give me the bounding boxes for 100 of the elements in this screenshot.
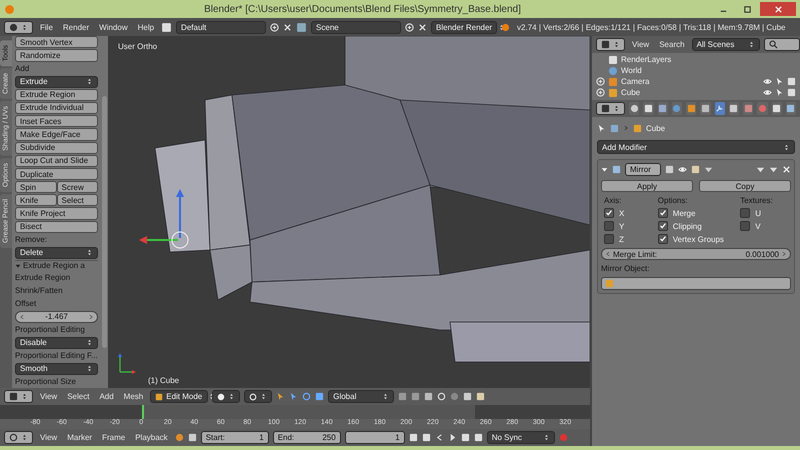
checkbox[interactable] bbox=[604, 208, 614, 218]
menu-item[interactable]: Window bbox=[96, 22, 131, 32]
menu-item[interactable]: Frame bbox=[99, 433, 128, 442]
current-frame-field[interactable]: 1 bbox=[344, 431, 405, 444]
menu-item[interactable]: View bbox=[37, 433, 60, 442]
tool-button[interactable]: Smooth Vertex bbox=[15, 36, 98, 48]
search-field[interactable] bbox=[764, 38, 800, 51]
pivot-icon bbox=[249, 392, 258, 400]
tree-item[interactable]: World bbox=[621, 66, 642, 75]
move-down-icon[interactable] bbox=[769, 165, 778, 174]
menu-item[interactable]: Search bbox=[656, 40, 688, 49]
end-frame-field[interactable]: End: 250 bbox=[272, 431, 341, 444]
tool-button[interactable]: Randomize bbox=[15, 49, 98, 62]
checkbox[interactable] bbox=[604, 234, 614, 244]
menu-item[interactable]: Mesh bbox=[120, 392, 146, 401]
add-modifier-dropdown[interactable]: Add Modifier bbox=[597, 140, 795, 154]
properties-tab[interactable] bbox=[629, 102, 640, 115]
close-icon bbox=[774, 4, 782, 14]
properties-tab[interactable] bbox=[700, 102, 710, 115]
properties-tab[interactable] bbox=[728, 102, 739, 115]
sync-dropdown[interactable]: No Sync bbox=[486, 431, 555, 444]
menu-item[interactable]: Render bbox=[60, 22, 92, 32]
menu-item[interactable]: View bbox=[37, 392, 60, 401]
editor-type-button[interactable] bbox=[4, 390, 33, 403]
collapse-icon[interactable] bbox=[601, 166, 608, 173]
checkbox[interactable] bbox=[658, 234, 668, 244]
checkbox[interactable] bbox=[740, 221, 750, 231]
tree-item[interactable]: RenderLayers bbox=[621, 55, 672, 64]
modifier-name-field[interactable]: Mirror bbox=[625, 163, 661, 176]
tool-button[interactable]: Extrude Individual bbox=[15, 102, 98, 114]
menu-item[interactable]: File bbox=[37, 22, 56, 32]
tool-button[interactable]: Extrude Region bbox=[15, 88, 98, 101]
menu-item[interactable]: Add bbox=[96, 392, 117, 401]
tool-button[interactable]: Make Edge/Face bbox=[15, 128, 98, 141]
eye-icon[interactable] bbox=[763, 77, 772, 86]
tree-item[interactable]: Cube bbox=[621, 88, 640, 97]
tool-button[interactable]: Spin bbox=[15, 181, 56, 194]
properties-tab[interactable] bbox=[786, 102, 796, 115]
wrench-icon bbox=[715, 104, 724, 113]
checkbox[interactable] bbox=[658, 208, 668, 218]
checkbox[interactable] bbox=[658, 221, 668, 231]
properties-tab[interactable] bbox=[714, 102, 725, 115]
dropdown[interactable]: Extrude bbox=[15, 76, 98, 88]
start-frame-field[interactable]: Start: 1 bbox=[200, 431, 269, 444]
blender-logo-icon bbox=[501, 22, 510, 32]
copy-button[interactable]: Copy bbox=[699, 180, 791, 192]
orientation-dropdown[interactable]: Global bbox=[328, 390, 394, 403]
arrow-left-icon bbox=[605, 251, 611, 257]
eye-icon[interactable] bbox=[678, 165, 687, 174]
tool-button[interactable]: Subdivide bbox=[15, 142, 98, 154]
menu-item[interactable]: Help bbox=[134, 22, 158, 32]
tool-button[interactable]: Inset Faces bbox=[15, 115, 98, 128]
scene-dropdown[interactable]: Scene bbox=[311, 20, 402, 34]
caret-icon bbox=[21, 24, 28, 30]
expand-icon[interactable] bbox=[596, 88, 605, 97]
pin-icon[interactable] bbox=[597, 124, 606, 132]
section-label: Extrude Region bbox=[15, 272, 72, 284]
merge-limit-field[interactable]: Merge Limit: 0.001000 bbox=[601, 248, 791, 260]
menu-item[interactable]: View bbox=[629, 40, 652, 49]
properties-tab[interactable] bbox=[743, 102, 754, 115]
expand-icon[interactable] bbox=[596, 77, 605, 86]
menu-item[interactable]: Select bbox=[64, 392, 92, 401]
editor-type-button[interactable] bbox=[4, 431, 33, 444]
properties-tab[interactable] bbox=[658, 102, 668, 115]
tool-button[interactable]: Bisect bbox=[15, 220, 98, 233]
play-icon[interactable] bbox=[448, 433, 457, 442]
tool-button[interactable]: Duplicate bbox=[15, 168, 98, 180]
pivot-dropdown[interactable] bbox=[244, 390, 272, 403]
screen-layout-dropdown[interactable]: Default bbox=[176, 20, 266, 34]
editor-type-button[interactable] bbox=[596, 38, 625, 51]
checkbox[interactable] bbox=[604, 221, 614, 231]
display-filter-dropdown[interactable]: All Scenes bbox=[692, 38, 760, 51]
dropdown[interactable]: Smooth bbox=[15, 362, 98, 375]
properties-tab[interactable] bbox=[643, 102, 654, 115]
properties-tab[interactable] bbox=[686, 102, 696, 115]
tool-button[interactable]: Knife Project bbox=[15, 207, 98, 220]
number-field[interactable]: -1.467 bbox=[15, 310, 98, 323]
close-icon[interactable] bbox=[782, 165, 791, 174]
tree-item[interactable]: Camera bbox=[621, 77, 650, 86]
play-reverse-icon[interactable] bbox=[434, 433, 444, 442]
editor-type-button[interactable] bbox=[4, 20, 33, 34]
close-button[interactable] bbox=[760, 2, 796, 16]
dropdown[interactable]: Disable bbox=[15, 336, 98, 349]
menu-item[interactable]: Marker bbox=[64, 433, 96, 442]
tool-button[interactable]: Loop Cut and Slide bbox=[15, 154, 98, 168]
arrow-icon[interactable] bbox=[289, 392, 298, 401]
tool-button[interactable]: Screw bbox=[56, 181, 98, 194]
checkbox[interactable] bbox=[740, 208, 750, 218]
tool-button[interactable]: Knife bbox=[15, 194, 56, 206]
apply-button[interactable]: Apply bbox=[601, 180, 693, 192]
editor-type-button[interactable] bbox=[596, 102, 625, 115]
tool-button[interactable]: Select bbox=[56, 194, 98, 206]
shading-dropdown[interactable] bbox=[212, 390, 240, 403]
menu-item[interactable]: Playback bbox=[132, 433, 171, 442]
mirror-object-field[interactable] bbox=[601, 277, 791, 290]
properties-tab[interactable] bbox=[672, 102, 682, 115]
field-label: Mirror Object: bbox=[601, 264, 650, 273]
dropdown[interactable]: Delete bbox=[15, 246, 98, 259]
properties-tab[interactable] bbox=[772, 102, 782, 115]
eye-icon[interactable] bbox=[763, 88, 772, 97]
